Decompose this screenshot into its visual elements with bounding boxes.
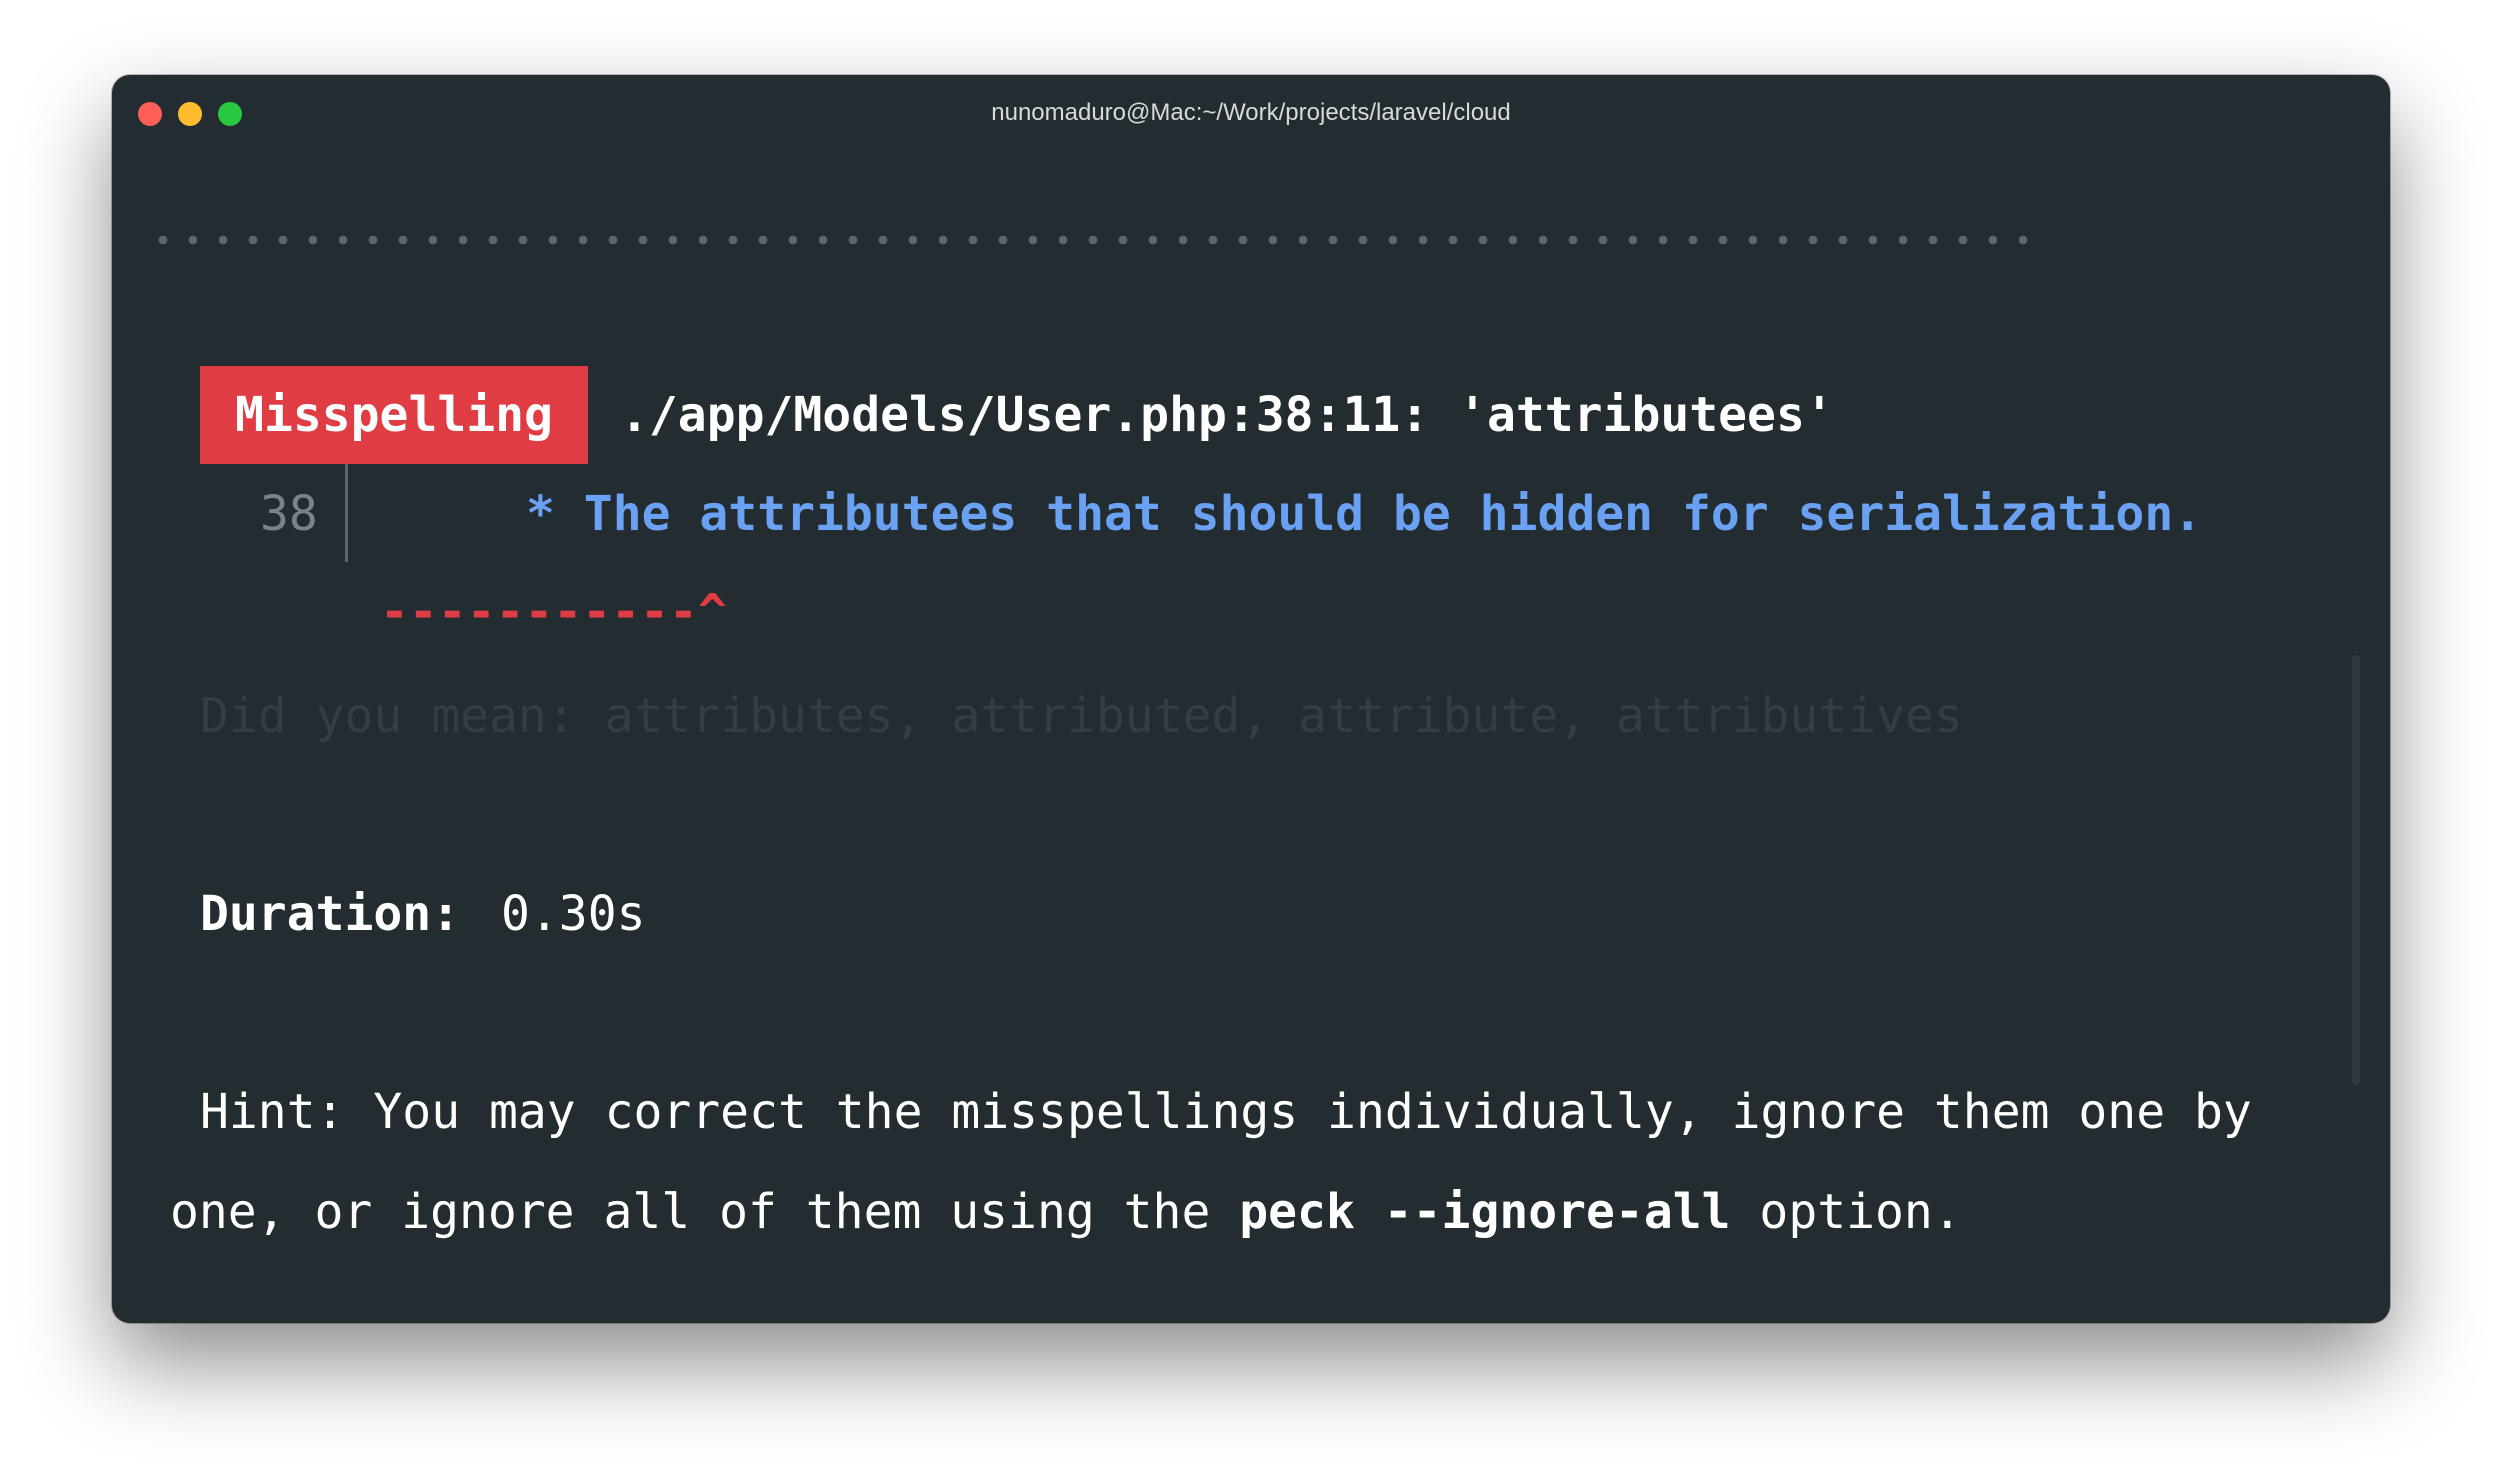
suggestion-text: Did you mean: attributes, attributed, at… xyxy=(200,688,1963,744)
hint-line-2-suffix: option. xyxy=(1730,1184,1962,1240)
hint-line-2: one, or ignore all of them using the pec… xyxy=(170,1181,1962,1243)
vertical-scrollbar[interactable] xyxy=(2352,655,2360,1085)
title-bar: nunomaduro@Mac:~/Work/projects/laravel/c… xyxy=(112,75,2390,151)
line-number: 38 xyxy=(260,486,318,542)
dotted-progress-divider xyxy=(148,235,2028,245)
hint-line-1: Hint: You may correct the misspellings i… xyxy=(200,1084,2252,1140)
terminal-window: nunomaduro@Mac:~/Work/projects/laravel/c… xyxy=(112,75,2390,1323)
window-title: nunomaduro@Mac:~/Work/projects/laravel/c… xyxy=(991,99,1511,126)
gutter-divider xyxy=(345,464,348,562)
hint-command: peck --ignore-all xyxy=(1239,1184,1731,1240)
hint-line-2-prefix: one, or ignore all of them using the xyxy=(170,1184,1240,1240)
duration-label: Duration: xyxy=(200,886,461,942)
error-pointer: -----------^ xyxy=(380,584,727,640)
error-location: ./app/Models/User.php:38:11: 'attributee… xyxy=(620,387,1834,443)
code-line: * The attributees that should be hidden … xyxy=(526,486,2203,542)
duration-value: 0.30s xyxy=(501,886,646,942)
misspelling-badge: Misspelling xyxy=(200,366,588,464)
